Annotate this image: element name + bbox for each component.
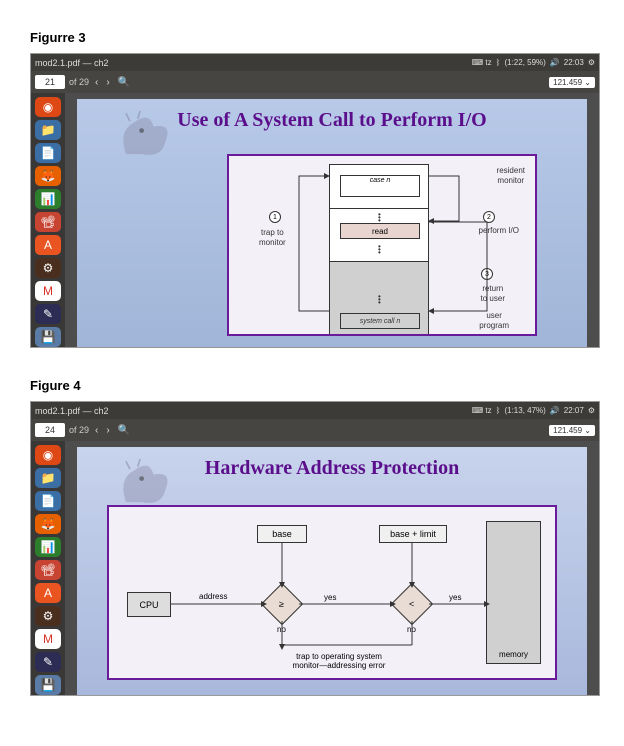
next-page-button[interactable]: ›: [104, 425, 111, 436]
launcher-firefox-icon[interactable]: 🦊: [35, 166, 61, 186]
zoom-selector[interactable]: 121.459 ⌄: [549, 425, 595, 436]
search-icon[interactable]: 🔍: [116, 425, 132, 436]
keyboard-icon[interactable]: ⌨ tz: [472, 58, 492, 67]
launcher-files-icon[interactable]: 📁: [35, 120, 61, 140]
pdf-content-area[interactable]: Use of A System Call to Perform I/O case…: [65, 93, 599, 347]
gear-icon[interactable]: ⚙: [588, 406, 595, 415]
page-number-input[interactable]: 24: [35, 423, 65, 437]
launcher-disk-icon[interactable]: 💾: [35, 327, 61, 347]
launcher-gmail-icon[interactable]: M: [35, 281, 61, 301]
launcher-impress-icon[interactable]: 📽: [35, 560, 61, 580]
figure4-label: Figure 4: [30, 378, 594, 393]
base-limit-box: base + limit: [379, 525, 447, 543]
screenshot-1: mod2.1.pdf — ch2 ⌨ tz ᛒ (1:22, 59%) 🔊 22…: [30, 53, 600, 348]
status-tray[interactable]: ⌨ tz ᛒ (1:22, 59%) 🔊 22:03 ⚙: [472, 58, 595, 67]
window-title: mod2.1.pdf — ch2: [35, 58, 472, 68]
bsd-daemon-icon: [107, 455, 192, 510]
page-number-input[interactable]: 21: [35, 75, 65, 89]
yes-label-1: yes: [324, 593, 336, 602]
launcher-settings-icon[interactable]: ⚙: [35, 258, 61, 278]
bsd-daemon-icon: [107, 107, 192, 162]
launcher-dash-icon[interactable]: ◉: [35, 445, 61, 465]
next-page-button[interactable]: ›: [104, 77, 111, 88]
prev-page-button[interactable]: ‹: [93, 425, 100, 436]
page-total: of 29: [69, 77, 89, 87]
trap-label: trap to operating system monitor—address…: [254, 652, 424, 670]
lt-symbol: <: [409, 599, 414, 609]
launcher-settings-icon[interactable]: ⚙: [35, 606, 61, 626]
launcher-amazon-icon[interactable]: A: [35, 583, 61, 603]
ubuntu-launcher: ◉ 📁 📄 🦊 📊 📽 A ⚙ M ✎ 💾: [31, 441, 65, 695]
prev-page-button[interactable]: ‹: [93, 77, 100, 88]
launcher-gmail-icon[interactable]: M: [35, 629, 61, 649]
launcher-editor-icon[interactable]: ✎: [35, 652, 61, 672]
volume-icon[interactable]: 🔊: [550, 406, 560, 415]
no-label-2: no: [407, 625, 416, 634]
zoom-selector[interactable]: 121.459 ⌄: [549, 77, 595, 88]
launcher-reader-icon[interactable]: 📄: [35, 143, 61, 163]
window-title: mod2.1.pdf — ch2: [35, 406, 472, 416]
pdf-toolbar: 24 of 29 ‹ › 🔍 121.459 ⌄: [31, 419, 599, 441]
yes-label-2: yes: [449, 593, 461, 602]
ubuntu-launcher: ◉ 📁 📄 🦊 📊 📽 A ⚙ M ✎ 💾: [31, 93, 65, 347]
launcher-disk-icon[interactable]: 💾: [35, 675, 61, 695]
ge-symbol: ≥: [279, 599, 284, 609]
pdf-toolbar: 21 of 29 ‹ › 🔍 121.459 ⌄: [31, 71, 599, 93]
screenshot-2: mod2.1.pdf — ch2 ⌨ tz ᛒ (1:13, 47%) 🔊 22…: [30, 401, 600, 696]
launcher-editor-icon[interactable]: ✎: [35, 304, 61, 324]
battery-icon[interactable]: (1:13, 47%): [504, 406, 545, 415]
page-total: of 29: [69, 425, 89, 435]
address-protection-diagram: CPU base base + limit ≥ < memory address…: [107, 505, 557, 680]
battery-icon[interactable]: (1:22, 59%): [504, 58, 545, 67]
launcher-calc-icon[interactable]: 📊: [35, 537, 61, 557]
clock: 22:07: [564, 406, 584, 415]
memory-box: memory: [486, 521, 541, 664]
launcher-firefox-icon[interactable]: 🦊: [35, 514, 61, 534]
window-titlebar: mod2.1.pdf — ch2 ⌨ tz ᛒ (1:13, 47%) 🔊 22…: [31, 402, 599, 419]
slide: Hardware Address Protection CPU base bas…: [77, 447, 587, 695]
launcher-files-icon[interactable]: 📁: [35, 468, 61, 488]
launcher-calc-icon[interactable]: 📊: [35, 189, 61, 209]
clock: 22:03: [564, 58, 584, 67]
address-label: address: [199, 592, 227, 601]
slide: Use of A System Call to Perform I/O case…: [77, 99, 587, 347]
no-label-1: no: [277, 625, 286, 634]
launcher-amazon-icon[interactable]: A: [35, 235, 61, 255]
figure3-label: Figurre 3: [30, 30, 594, 45]
pdf-content-area[interactable]: Hardware Address Protection CPU base bas…: [65, 441, 599, 695]
gear-icon[interactable]: ⚙: [588, 58, 595, 67]
launcher-impress-icon[interactable]: 📽: [35, 212, 61, 232]
volume-icon[interactable]: 🔊: [550, 58, 560, 67]
search-icon[interactable]: 🔍: [116, 77, 132, 88]
window-titlebar: mod2.1.pdf — ch2 ⌨ tz ᛒ (1:22, 59%) 🔊 22…: [31, 54, 599, 71]
keyboard-icon[interactable]: ⌨ tz: [472, 406, 492, 415]
status-tray[interactable]: ⌨ tz ᛒ (1:13, 47%) 🔊 22:07 ⚙: [472, 406, 595, 415]
launcher-dash-icon[interactable]: ◉: [35, 97, 61, 117]
launcher-reader-icon[interactable]: 📄: [35, 491, 61, 511]
cpu-box: CPU: [127, 592, 171, 617]
bluetooth-icon[interactable]: ᛒ: [496, 406, 501, 415]
base-box: base: [257, 525, 307, 543]
syscall-diagram: case n ••• read ••• ••• system call n ••…: [227, 154, 537, 336]
bluetooth-icon[interactable]: ᛒ: [496, 58, 501, 67]
